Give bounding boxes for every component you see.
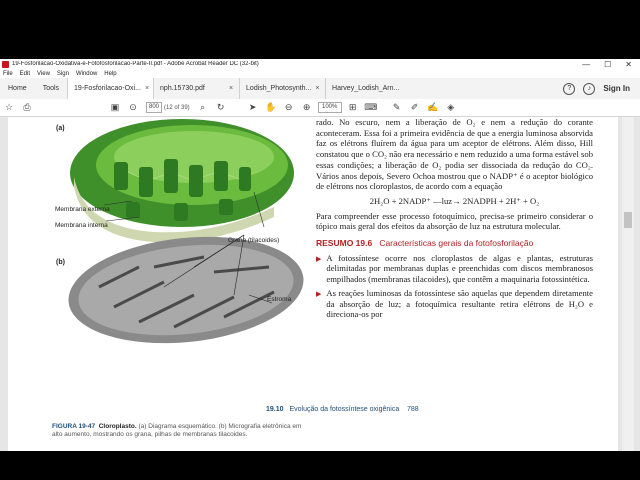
window-title: 19-Fosforilacao-Oxidativa-e-Fotofosforil… bbox=[12, 61, 259, 67]
label-membrana-externa: Membrana externa bbox=[55, 206, 110, 213]
title-bar: 19-Fosforilacao-Oxidativa-e-Fotofosforil… bbox=[0, 59, 640, 69]
paragraph: rado. No escuro, nem a liberação de O₂ e… bbox=[316, 117, 593, 192]
print-icon[interactable]: ⎙ bbox=[18, 99, 36, 116]
screenshot-icon[interactable]: ▣ bbox=[106, 99, 124, 116]
menu-window[interactable]: Window bbox=[76, 71, 97, 77]
label-grana: Grana (tilacoides) bbox=[228, 237, 280, 244]
tab-home[interactable]: Home bbox=[0, 78, 35, 99]
scrollbar-thumb[interactable] bbox=[624, 212, 632, 228]
page-count: (12 of 39) bbox=[164, 104, 190, 111]
bullet-text: As reações luminosas da fotossíntese são… bbox=[326, 287, 593, 320]
search-icon[interactable]: ⌕ bbox=[194, 99, 212, 116]
keyboard-icon[interactable]: ⌨ bbox=[362, 99, 380, 116]
panel-b-label: (b) bbox=[56, 259, 65, 266]
close-tab-icon[interactable]: × bbox=[315, 85, 319, 92]
sign-in-button[interactable]: Sign In bbox=[603, 84, 630, 93]
list-item: ▶ As reações luminosas da fotossíntese s… bbox=[316, 288, 593, 320]
label-membrana-interna: Membrana interna bbox=[55, 222, 108, 229]
tab-bar: Home Tools 19-Fosforilacao-Oxi... × nph.… bbox=[0, 78, 640, 100]
summary-heading: RESUMO 19.6 Características gerais da fo… bbox=[316, 238, 593, 249]
menu-view[interactable]: View bbox=[37, 71, 50, 77]
stamp-icon[interactable]: ◈ bbox=[442, 99, 460, 116]
comment-icon[interactable]: ✎ bbox=[388, 99, 406, 116]
footer-section: 19.10 bbox=[266, 406, 284, 413]
menu-edit[interactable]: Edit bbox=[20, 71, 30, 77]
figure-caption: FIGURA 19-47 Cloroplasto. (a) Diagrama e… bbox=[52, 423, 308, 439]
footer-page-number: 788 bbox=[407, 406, 419, 413]
doc-tab[interactable]: Lodish_Photosynth... × bbox=[239, 78, 326, 99]
acrobat-logo-icon bbox=[2, 60, 9, 68]
doc-tab[interactable]: Harvey_Lodish_Arn... bbox=[325, 78, 412, 99]
paragraph: Para compreender esse processo fotoquími… bbox=[316, 210, 593, 232]
page-navigator: 800 (12 of 39) bbox=[146, 102, 190, 113]
acrobat-window: 19-Fosforilacao-Oxidativa-e-Fotofosforil… bbox=[0, 59, 640, 451]
doc-tab-label: Harvey_Lodish_Arn... bbox=[332, 85, 400, 92]
doc-tab-label: 19-Fosforilacao-Oxi... bbox=[74, 85, 141, 92]
list-item: ▶ A fotossíntese ocorre nos cloroplastos… bbox=[316, 253, 593, 285]
equation: 2H₂O + 2NADP⁺ —luz→ 2NADPH + 2H⁺ + O₂ bbox=[369, 195, 540, 206]
document-area: (a) (b) Membrana externa Membrana intern… bbox=[0, 117, 640, 451]
cursor-icon[interactable]: ➤ bbox=[244, 99, 262, 116]
bullet-triangle-icon: ▶ bbox=[316, 254, 322, 263]
close-tab-icon[interactable]: × bbox=[229, 85, 233, 92]
menu-sign[interactable]: Sign bbox=[57, 71, 69, 77]
caption-label: FIGURA 19-47 bbox=[52, 423, 96, 430]
page-footer: 19.10 Evolução da fotossíntese oxigênica… bbox=[266, 406, 419, 413]
caption-bold: Cloroplasto. bbox=[98, 423, 137, 430]
menu-bar: File Edit View Sign Window Help bbox=[0, 69, 640, 78]
doc-tab-label: nph.15730.pdf bbox=[160, 85, 205, 92]
footer-title: Evolução da fotossíntese oxigênica bbox=[289, 406, 400, 413]
toolbar: ☆ ⎙ ▣ ⊙ 800 (12 of 39) ⌕ ↻ ➤ ✋ ⊖ ⊕ 100% … bbox=[0, 99, 640, 117]
text-column: rado. No escuro, nem a liberação de O₂ e… bbox=[316, 117, 593, 323]
zoom-level-input[interactable]: 100% bbox=[317, 102, 342, 113]
notifications-bell-icon[interactable]: ♪ bbox=[583, 82, 596, 95]
zoom-out-icon[interactable]: ⊖ bbox=[280, 99, 298, 116]
doc-tab[interactable]: 19-Fosforilacao-Oxi... × bbox=[67, 78, 154, 99]
bullet-text: A fotossíntese ocorre nos cloroplastos d… bbox=[326, 252, 593, 285]
close-window-button[interactable]: ✕ bbox=[625, 60, 632, 69]
panel-a-label: (a) bbox=[56, 125, 65, 132]
minimize-button[interactable]: — bbox=[582, 60, 590, 69]
sign-icon[interactable]: ✍ bbox=[424, 99, 442, 116]
summary-number: RESUMO 19.6 bbox=[316, 238, 373, 249]
menu-file[interactable]: File bbox=[3, 71, 13, 77]
tab-tools[interactable]: Tools bbox=[35, 78, 67, 99]
close-tab-icon[interactable]: × bbox=[145, 85, 149, 92]
doc-tab-label: Lodish_Photosynth... bbox=[246, 85, 312, 92]
rotate-icon[interactable]: ↻ bbox=[212, 99, 230, 116]
menu-help[interactable]: Help bbox=[104, 71, 116, 77]
label-estroma: Estroma bbox=[267, 296, 292, 303]
bookmark-icon[interactable]: ☆ bbox=[0, 99, 18, 116]
pdf-page: (a) (b) Membrana externa Membrana intern… bbox=[8, 117, 618, 451]
highlight-icon[interactable]: ✐ bbox=[406, 99, 424, 116]
maximize-button[interactable]: ☐ bbox=[604, 60, 611, 69]
help-icon[interactable]: ? bbox=[563, 82, 576, 95]
page-number-input[interactable]: 800 bbox=[146, 102, 162, 113]
summary-title: Características gerais da fotofosforilaç… bbox=[379, 238, 534, 249]
zoom-in-icon[interactable]: ⊕ bbox=[298, 99, 316, 116]
fit-page-icon[interactable]: ⊞ bbox=[344, 99, 362, 116]
doc-tab[interactable]: nph.15730.pdf × bbox=[153, 78, 240, 99]
hand-icon[interactable]: ✋ bbox=[262, 99, 280, 116]
bullet-triangle-icon: ▶ bbox=[316, 289, 322, 298]
prev-page-icon[interactable]: ⊙ bbox=[124, 99, 142, 116]
vertical-scrollbar[interactable] bbox=[622, 117, 634, 451]
